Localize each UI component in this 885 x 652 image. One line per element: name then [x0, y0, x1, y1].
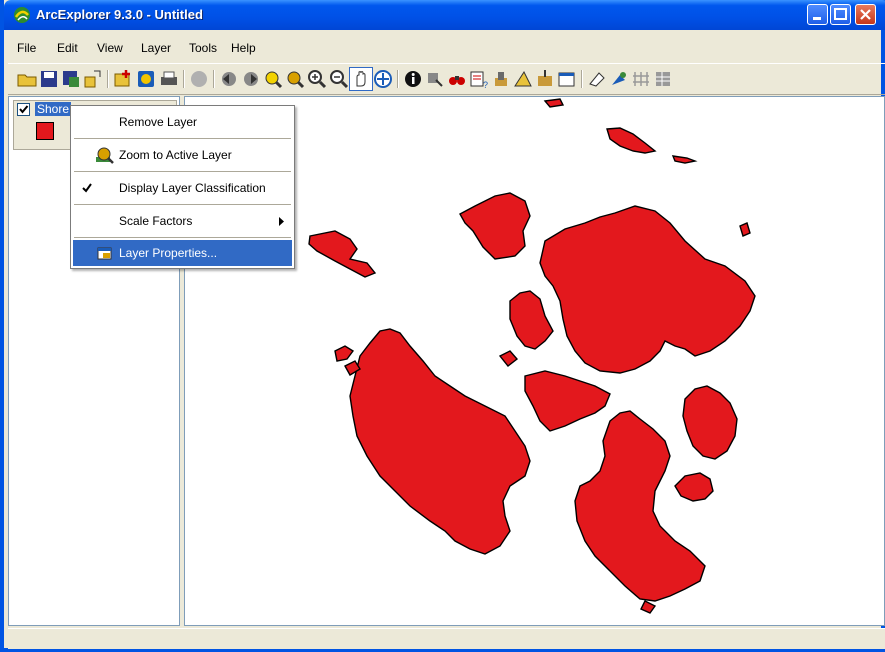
continuous-pan-icon[interactable]: [372, 68, 394, 90]
islet-far-north-east: [671, 155, 698, 164]
layer-name[interactable]: Shore: [35, 102, 72, 116]
forward-extent-icon[interactable]: [240, 68, 262, 90]
identify-icon[interactable]: [402, 68, 424, 90]
menu-separator: [74, 138, 291, 139]
landmass-northwest-peninsula: [308, 230, 377, 278]
eraser-icon[interactable]: [586, 68, 608, 90]
add-data-icon[interactable]: [135, 68, 157, 90]
zoom-out-icon[interactable]: [328, 68, 350, 90]
maximize-button[interactable]: [830, 4, 851, 25]
toolbar: ?: [8, 63, 885, 95]
island-southeast: [674, 472, 714, 502]
landmass-northeast: [539, 205, 756, 374]
menu-item-remove-layer[interactable]: Remove Layer: [73, 108, 292, 136]
layer-symbol-swatch[interactable]: [36, 122, 54, 140]
properties-icon[interactable]: [556, 68, 578, 90]
menu-separator: [74, 171, 291, 172]
status-bar: [8, 628, 885, 649]
checkmark-icon: [82, 183, 92, 193]
menu-item-label: Zoom to Active Layer: [119, 148, 232, 162]
landmass-southwest: [349, 328, 531, 555]
app-window: ArcExplorer 9.3.0 - Untitled File Edit V…: [0, 0, 885, 652]
measure-tool-icon[interactable]: [512, 68, 534, 90]
zoom-in-icon[interactable]: [306, 68, 328, 90]
menu-tools[interactable]: Tools: [189, 41, 217, 55]
graphics-tool-icon[interactable]: [534, 68, 556, 90]
island-north-small: [459, 192, 531, 260]
islet-east-small: [739, 222, 751, 237]
close-icon: [860, 9, 871, 20]
open-file-icon[interactable]: [82, 68, 104, 90]
islet-west-chain: [334, 345, 355, 362]
save-icon[interactable]: [38, 68, 60, 90]
minimize-button[interactable]: [807, 4, 828, 25]
toolbar-separator: [213, 70, 215, 88]
close-button[interactable]: [855, 4, 876, 25]
menu-item-label: Remove Layer: [119, 115, 198, 129]
menu-separator: [74, 204, 291, 205]
zoom-full-extent-icon[interactable]: [262, 68, 284, 90]
save-as-icon[interactable]: [60, 68, 82, 90]
arcexplorer-logo-icon: [14, 7, 30, 23]
minimize-icon: [813, 17, 821, 20]
window-title: ArcExplorer 9.3.0 - Untitled: [36, 7, 203, 22]
island-east: [682, 385, 738, 460]
zoom-layer-icon: [96, 147, 114, 164]
query-builder-icon[interactable]: ?: [468, 68, 490, 90]
landmass-central-west: [509, 290, 554, 350]
zoom-active-layer-icon[interactable]: [284, 68, 306, 90]
map-tips-icon[interactable]: [424, 68, 446, 90]
menu-file[interactable]: File: [17, 41, 36, 55]
toolbar-separator: [397, 70, 399, 88]
print-icon[interactable]: [158, 68, 180, 90]
find-binoculars-icon[interactable]: [446, 68, 468, 90]
menu-item-scale-factors[interactable]: Scale Factors: [73, 207, 292, 235]
add-layer-icon[interactable]: [112, 68, 134, 90]
menu-item-zoom-to-active-layer[interactable]: Zoom to Active Layer: [73, 141, 292, 169]
layer-context-menu: Remove Layer Zoom to Active Layer Displa…: [70, 105, 295, 269]
menu-separator: [74, 237, 291, 238]
maximize-icon: [834, 8, 847, 20]
menu-item-display-layer-classification[interactable]: Display Layer Classification: [73, 174, 292, 202]
menu-help[interactable]: Help: [231, 41, 256, 55]
menu-item-label: Layer Properties...: [119, 246, 218, 260]
landmass-central: [524, 370, 611, 432]
buffer-tool-icon[interactable]: [490, 68, 512, 90]
pan-hand-icon[interactable]: [349, 67, 373, 91]
snapping-icon: [633, 72, 649, 86]
menu-view[interactable]: View: [97, 41, 123, 55]
islet-top: [543, 98, 565, 108]
island-far-north: [606, 127, 657, 154]
menu-bar: File Edit View Layer Tools Help: [8, 38, 885, 58]
toolbar-separator: [107, 70, 109, 88]
properties-icon: [97, 247, 112, 260]
toolbar-separator: [183, 70, 185, 88]
menu-edit[interactable]: Edit: [57, 41, 78, 55]
back-extent-icon[interactable]: [218, 68, 240, 90]
landmass-south-central: [574, 410, 706, 602]
svg-text:?: ?: [483, 80, 488, 90]
attribute-table-icon: [656, 72, 670, 86]
open-folder-icon[interactable]: [16, 68, 38, 90]
select-features-icon[interactable]: [608, 68, 630, 90]
menu-item-layer-properties[interactable]: Layer Properties...: [73, 240, 292, 266]
menu-layer[interactable]: Layer: [141, 41, 171, 55]
menu-item-label: Scale Factors: [119, 214, 193, 228]
islet-central: [498, 350, 519, 367]
stop-icon: [191, 71, 207, 87]
title-bar[interactable]: ArcExplorer 9.3.0 - Untitled: [4, 0, 885, 30]
layer-visibility-checkbox[interactable]: [17, 103, 30, 116]
submenu-arrow-icon: [279, 217, 284, 226]
islet-south: [640, 600, 657, 614]
menu-item-label: Display Layer Classification: [119, 181, 266, 195]
toolbar-separator: [581, 70, 583, 88]
